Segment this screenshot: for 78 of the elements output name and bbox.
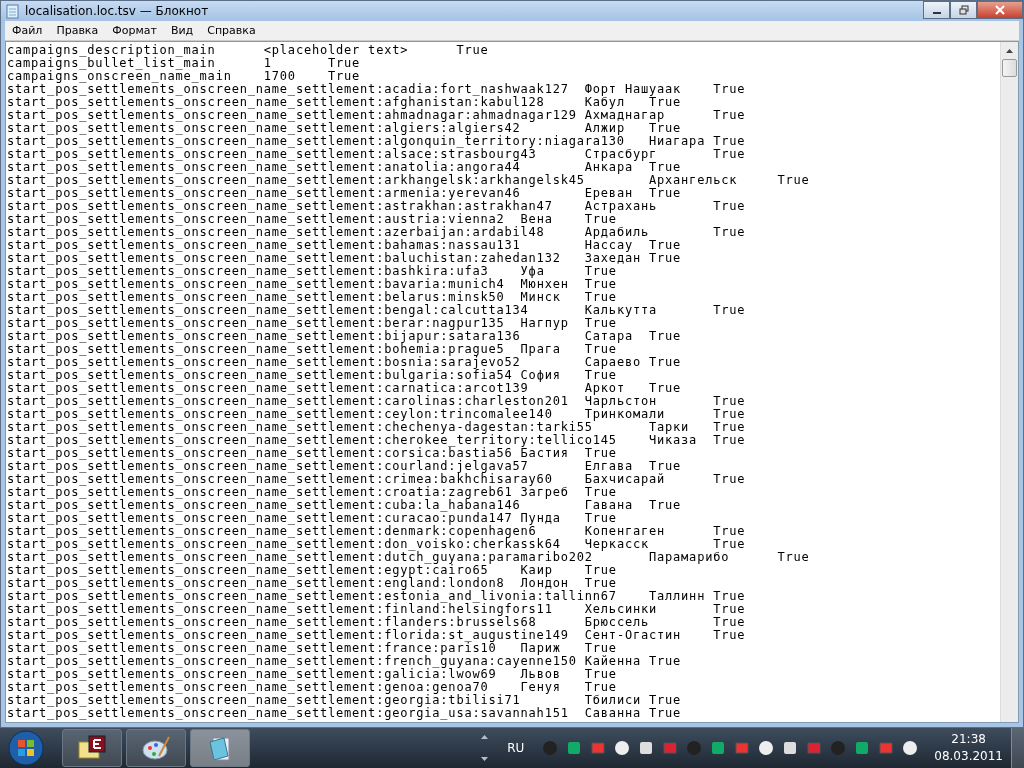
text-line: campaigns_description_main <placeholder text> True: [6, 44, 490, 57]
text-line: start_pos_settlements_onscreen_name_settlement:bahamas:nassau131 Нассау True: [6, 239, 683, 252]
menu-item[interactable]: Правка: [49, 24, 106, 37]
text-line: start_pos_settlements_onscreen_name_settlement:alsace:strasbourg43 Страсбург True: [6, 148, 747, 161]
text-line: start_pos_settlements_onscreen_name_settlement:carnatica:arcot139 Аркот True: [6, 382, 683, 395]
menu-item[interactable]: Формат: [105, 24, 164, 37]
taskbar-app-button[interactable]: [126, 729, 186, 767]
minimize-button[interactable]: [923, 1, 950, 19]
text-line: start_pos_settlements_onscreen_name_settlement:corsica:bastia56 Бастия True: [6, 447, 618, 460]
text-line: start_pos_settlements_onscreen_name_settlement:afghanistan:kabul128 Кабул True: [6, 96, 683, 109]
taskbar-app-button[interactable]: [62, 729, 122, 767]
restore-icon: [958, 5, 969, 15]
text-line: campaigns_bullet_list_main 1 True: [6, 57, 362, 70]
text-line: start_pos_settlements_onscreen_name_settlement:england:london8 Лондон True: [6, 577, 618, 590]
text-line: start_pos_settlements_onscreen_name_settlement:arkhangelsk:arkhangelsk45 Архангельск True: [6, 174, 811, 187]
show-desktop-button[interactable]: [1011, 728, 1024, 768]
text-line: start_pos_settlements_onscreen_name_settlement:algiers:algiers42 Алжир True: [6, 122, 683, 135]
text-line: start_pos_settlements_onscreen_name_settlement:belarus:minsk50 Минск True: [6, 291, 618, 304]
text-line: start_pos_settlements_onscreen_name_settlement:finland:helsingfors11 Хельсинки True: [6, 603, 747, 616]
text-line: start_pos_settlements_onscreen_name_settlement:austria:vienna2 Вена True: [6, 213, 617, 226]
text-line: start_pos_settlements_onscreen_name_settlement:bengal:calcutta134 Калькутта True: [6, 304, 747, 317]
text-line: start_pos_settlements_onscreen_name_settlement:cuba:la_habana146 Гавана True: [6, 499, 683, 512]
text-line: start_pos_settlements_onscreen_name_settlement:algonquin_territory:niagara130 Ниагара True: [6, 135, 747, 148]
vertical-scrollbar[interactable]: [1000, 42, 1018, 722]
scrollbar-thumb[interactable]: [1002, 59, 1017, 77]
text-line: start_pos_settlements_onscreen_name_settlement:don_voisko:cherkassk64 Черкасск True: [6, 538, 747, 551]
clock-date: 08.03.2011: [934, 748, 1003, 765]
text-line: start_pos_settlements_onscreen_name_settlement:bohemia:prague5 Прага True: [6, 343, 617, 356]
text-line: start_pos_settlements_onscreen_name_settlement:dutch_guyana:paramaribo202 Парамарибо True: [6, 551, 811, 564]
start-button[interactable]: [8, 730, 44, 766]
text-line: start_pos_settlements_onscreen_name_settlement:georgia_usa:savannah151 Саванна True: [6, 707, 683, 720]
text-line: start_pos_settlements_onscreen_name_settlement:estonia_and_livonia:tallinn67 Таллинн True: [6, 590, 747, 603]
text-line: start_pos_settlements_onscreen_name_settlement:carolinas:charleston201 Чарльстон True: [6, 395, 747, 408]
text-line: start_pos_settlements_onscreen_name_settlement:cherokee_territory:tellico145 Чиказа True: [6, 434, 747, 447]
text-line: start_pos_settlements_onscreen_name_settlement:baluchistan:zahedan132 Захедан True: [6, 252, 683, 265]
text-line: start_pos_settlements_onscreen_name_settlement:acadia:fort_nashwaak127 Форт Нашуаак True: [6, 83, 747, 96]
maximize-button[interactable]: [950, 1, 977, 19]
text-line: start_pos_settlements_onscreen_name_settlement:ceylon:trincomalee140 Тринкомали True: [6, 408, 747, 421]
clock[interactable]: 21:38 08.03.2011: [934, 731, 1003, 765]
text-line: start_pos_settlements_onscreen_name_settlement:genoa:genoa70 Генуя True: [6, 681, 618, 694]
scroll-up-icon: [1006, 48, 1013, 53]
text-line: start_pos_settlements_onscreen_name_settlement:azerbaijan:ardabil48 Ардабиль True: [6, 226, 747, 239]
text-line: start_pos_settlements_onscreen_name_settlement:denmark:copenhagen6 Копенгаген True: [6, 525, 747, 538]
close-button[interactable]: [977, 1, 1023, 19]
text-line: start_pos_settlements_onscreen_name_settlement:astrakhan:astrakhan47 Астрахань True: [6, 200, 747, 213]
menu-item[interactable]: Вид: [163, 24, 201, 37]
notepad-icon: [5, 3, 21, 19]
text-line: start_pos_settlements_onscreen_name_settlement:courland:jelgava57 Елгава True: [6, 460, 683, 473]
text-line: start_pos_settlements_onscreen_name_settlement:croatia:zagreb61 Загреб True: [6, 486, 617, 499]
letter-e-icon: [77, 734, 107, 762]
text-line: start_pos_settlements_onscreen_name_settlement:ahmadnagar:ahmadnagar129 Ахмаднагар True: [6, 109, 747, 122]
text-line: start_pos_settlements_onscreen_name_settlement:france:paris10 Париж True: [6, 642, 617, 655]
menu-item[interactable]: Файл: [5, 24, 50, 37]
minimize-icon: [932, 12, 941, 14]
text-line: start_pos_settlements_onscreen_name_settlement:chechenya-dagestan:tarki55 Тарки True: [6, 421, 747, 434]
text-line: start_pos_settlements_onscreen_name_settlement:crimea:bakhchisaray60 Бахчисарай True: [6, 473, 747, 486]
clock-time: 21:38: [951, 731, 986, 748]
text-line: start_pos_settlements_onscreen_name_settlement:armenia:yerevan46 Ереван True: [6, 187, 682, 200]
text-line: start_pos_settlements_onscreen_name_settlement:bavaria:munich4 Мюнхен True: [6, 278, 618, 291]
text-line: campaigns_onscreen_name_main 1700 True: [6, 70, 361, 83]
window-title: localisation.loc.tsv — Блокнот: [25, 4, 209, 18]
text-line: start_pos_settlements_onscreen_name_settlement:bosnia:sarajevo52 Сараево True: [6, 356, 683, 369]
text-line: start_pos_settlements_onscreen_name_settlement:galicia:lwow69 Львов True: [6, 668, 618, 681]
language-indicator[interactable]: RU: [507, 741, 525, 755]
menu-item[interactable]: Справка: [200, 24, 263, 37]
text-line: start_pos_settlements_onscreen_name_settlement:egypt:cairo65 Каир True: [6, 564, 618, 577]
text-line: start_pos_settlements_onscreen_name_settlement:french_guyana:cayenne150 Кайенна True: [6, 655, 683, 668]
text-line: start_pos_settlements_onscreen_name_settlement:florida:st_augustine149 Сент-Огастин True: [6, 629, 747, 642]
text-line: start_pos_settlements_onscreen_name_settlement:georgia:tbilisi71 Тбилиси True: [6, 694, 683, 707]
text-line: start_pos_settlements_onscreen_name_settlement:bashkira:ufa3 Уфа True: [6, 265, 618, 278]
text-line: start_pos_settlements_onscreen_name_settlement:berar:nagpur135 Нагпур True: [6, 317, 617, 330]
text-line: start_pos_settlements_onscreen_name_settlement:bijapur:satara136 Сатара True: [6, 330, 683, 343]
text-line: start_pos_settlements_onscreen_name_settlement:curacao:punda147 Пунда True: [6, 512, 618, 525]
text-line: start_pos_settlements_onscreen_name_settlement:flanders:brussels68 Брюссель True: [6, 616, 747, 629]
palette-icon: [141, 734, 171, 762]
text-line: start_pos_settlements_onscreen_name_settlement:bulgaria:sofia54 София True: [6, 369, 617, 382]
close-icon: [995, 5, 1005, 15]
text-line: start_pos_settlements_onscreen_name_settlement:anatolia:angora44 Анкара True: [6, 161, 683, 174]
